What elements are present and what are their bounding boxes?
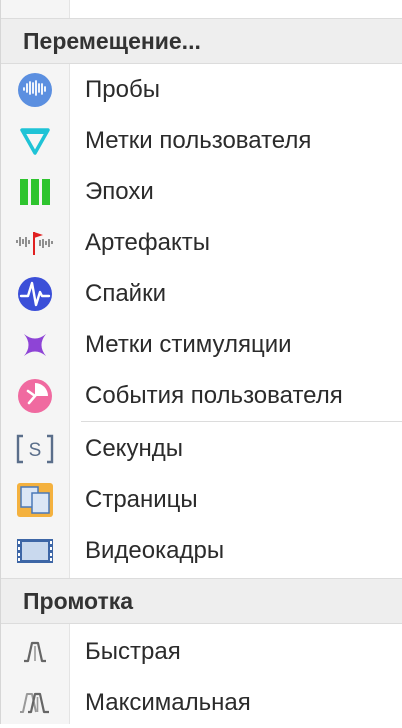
menu-item-label: Страницы xyxy=(85,485,198,513)
video-frames-icon xyxy=(1,525,69,576)
menu-item-label: Метки пользователя xyxy=(85,126,312,154)
max-scroll-icon xyxy=(1,677,69,728)
menu-item-pages[interactable]: Страницы xyxy=(1,474,402,525)
section-header-label: Перемещение... xyxy=(23,27,201,54)
context-menu: Перемещение... Пробы Метки пользователя xyxy=(0,0,402,724)
menu-item-label: Секунды xyxy=(85,434,183,462)
user-events-icon xyxy=(1,370,69,421)
section-header-scroll: Промотка xyxy=(1,578,402,624)
user-marks-icon xyxy=(1,115,69,166)
menu-item-video-frames[interactable]: Видеокадры xyxy=(1,525,402,576)
menu-item-label: Быстрая xyxy=(85,637,181,665)
menu-item-artifacts[interactable]: Артефакты xyxy=(1,217,402,268)
fast-scroll-icon xyxy=(1,626,69,677)
seconds-icon: S xyxy=(1,423,69,474)
menu-item-label: Максимальная xyxy=(85,688,251,716)
menu-item-label: Артефакты xyxy=(85,228,211,256)
menu-item-label: Видеокадры xyxy=(85,536,225,564)
menu-item-label: Эпохи xyxy=(85,177,154,205)
menu-item-stimulation-marks[interactable]: Метки стимуляции xyxy=(1,319,402,370)
epochs-icon xyxy=(1,166,69,217)
menu-item-label: Метки стимуляции xyxy=(85,330,292,358)
menu-item-max-scroll[interactable]: Максимальная xyxy=(1,677,402,728)
separator xyxy=(81,421,402,422)
menu-item-epochs[interactable]: Эпохи xyxy=(1,166,402,217)
spikes-icon xyxy=(1,268,69,319)
menu-item-label: События пользователя xyxy=(85,381,343,409)
artifacts-icon xyxy=(1,217,69,268)
menu-item-fast-scroll[interactable]: Быстрая xyxy=(1,626,402,677)
probes-icon xyxy=(1,64,69,115)
menu-item-user-events[interactable]: События пользователя xyxy=(1,370,402,421)
section-header-label: Промотка xyxy=(23,587,134,614)
menu-item-label: Пробы xyxy=(85,75,160,103)
stimulation-marks-icon xyxy=(1,319,69,370)
menu-item-spikes[interactable]: Спайки xyxy=(1,268,402,319)
svg-text:S: S xyxy=(29,440,42,461)
menu-item-probes[interactable]: Пробы xyxy=(1,64,402,115)
pages-icon xyxy=(1,474,69,525)
menu-item-label: Спайки xyxy=(85,279,166,307)
section-header-navigation: Перемещение... xyxy=(1,18,402,64)
menu-item-seconds[interactable]: S Секунды xyxy=(1,423,402,474)
menu-item-user-marks[interactable]: Метки пользователя xyxy=(1,115,402,166)
